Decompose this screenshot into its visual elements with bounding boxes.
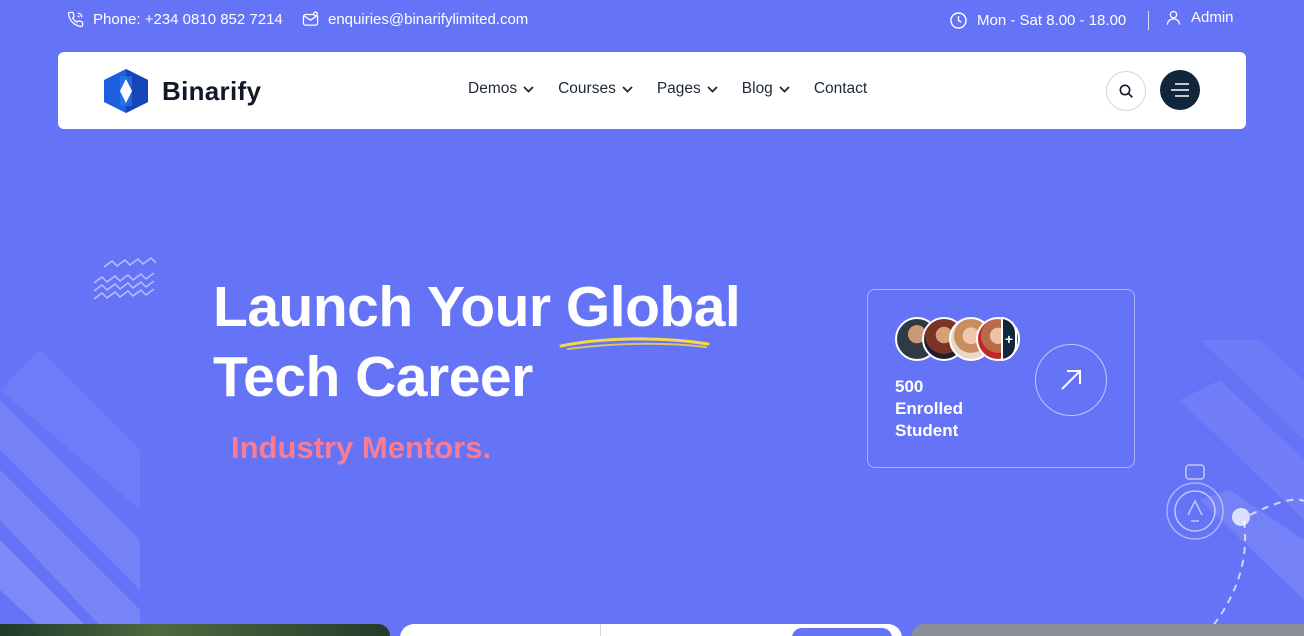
lightbulb-decoration xyxy=(1166,464,1304,636)
main-navbar: Binarify Demos Courses Pages Blog Contac… xyxy=(58,52,1246,129)
enrolled-students-card: + 500 Enrolled Student xyxy=(867,289,1135,468)
more-students-badge: + xyxy=(1001,317,1017,361)
bottom-image-left xyxy=(0,624,390,636)
phone-contact[interactable]: Phone: +234 0810 852 7214 xyxy=(67,11,283,28)
nav-item-contact[interactable]: Contact xyxy=(814,80,867,98)
phone-text: Phone: +234 0810 852 7214 xyxy=(93,11,283,28)
topbar-divider xyxy=(1148,11,1149,30)
top-bar: Phone: +234 0810 852 7214 enquiries@bina… xyxy=(0,0,1304,42)
nav-item-label: Demos xyxy=(468,80,518,97)
enrolled-count: 500 xyxy=(895,377,924,396)
chevron-down-icon xyxy=(622,85,633,93)
nav-item-blog[interactable]: Blog xyxy=(742,80,790,98)
chevron-down-icon xyxy=(779,85,790,93)
user-icon xyxy=(1166,10,1181,25)
enrolled-label-2: Student xyxy=(895,421,959,440)
opening-hours: Mon - Sat 8.00 - 18.00 xyxy=(949,11,1126,30)
admin-text: Admin xyxy=(1191,9,1234,26)
nav-item-label: Contact xyxy=(813,80,868,97)
nav-item-pages[interactable]: Pages xyxy=(657,80,718,98)
email-contact[interactable]: enquiries@binarifylimited.com xyxy=(302,11,528,28)
admin-link[interactable]: Admin xyxy=(1165,9,1234,26)
hours-text: Mon - Sat 8.00 - 18.00 xyxy=(977,12,1127,29)
hero-title-line-1: Launch Your Global xyxy=(213,275,741,339)
enrolled-label-1: Enrolled xyxy=(895,399,964,418)
clock-icon xyxy=(950,12,967,29)
phone-icon xyxy=(67,11,84,28)
brand-logo[interactable]: Binarify xyxy=(102,68,261,114)
bottom-search-card xyxy=(400,624,902,636)
search-button[interactable] xyxy=(1106,71,1146,111)
offcanvas-menu-button[interactable] xyxy=(1160,70,1200,110)
nav-item-label: Courses xyxy=(558,80,616,97)
card-action-button[interactable] xyxy=(792,628,892,636)
brand-name: Binarify xyxy=(162,75,262,106)
highlight-underline xyxy=(559,337,710,350)
enrolled-count-text: 500 Enrolled Student xyxy=(895,376,1005,442)
mail-icon xyxy=(302,11,319,26)
search-icon xyxy=(1119,84,1133,98)
bottom-image-right xyxy=(912,624,1304,636)
email-text: enquiries@binarifylimited.com xyxy=(328,11,529,28)
nav-menu: Demos Courses Pages Blog Contact xyxy=(468,80,891,98)
student-avatars: + xyxy=(895,317,1020,361)
nav-item-demos[interactable]: Demos xyxy=(468,80,534,98)
nav-item-label: Blog xyxy=(741,80,773,97)
binarify-logo-icon xyxy=(104,69,148,113)
zigzag-decoration xyxy=(93,257,157,300)
nav-item-label: Pages xyxy=(656,80,701,97)
typed-subtitle: Industry Mentors. xyxy=(231,430,492,465)
hero-title-line-2: Tech Career xyxy=(213,345,533,409)
chevron-down-icon xyxy=(523,85,534,93)
enroll-arrow-button[interactable] xyxy=(1035,344,1107,416)
card-divider xyxy=(600,624,601,636)
stripes-decoration-left xyxy=(0,350,140,636)
arrow-up-right-icon xyxy=(1061,370,1081,390)
nav-item-courses[interactable]: Courses xyxy=(558,80,633,98)
hamburger-icon xyxy=(1171,83,1189,97)
chevron-down-icon xyxy=(707,85,718,93)
